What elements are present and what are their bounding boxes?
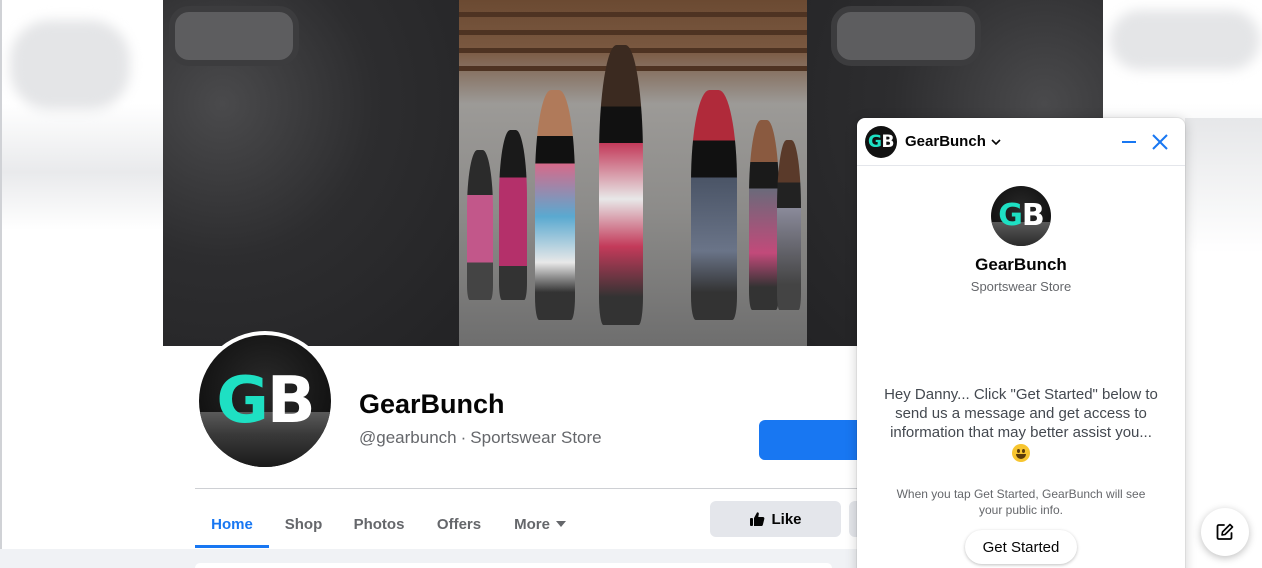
gearbunch-logo: GB: [868, 131, 895, 152]
background-blur: [1110, 10, 1260, 70]
tab-photos[interactable]: Photos: [340, 500, 418, 548]
chat-greeting-message: Hey Danny... Click "Get Started" below t…: [875, 385, 1167, 462]
compose-icon: [1216, 523, 1234, 540]
new-message-button[interactable]: [1201, 508, 1249, 556]
logo-letter-g: G: [998, 198, 1023, 233]
like-button[interactable]: Like: [710, 501, 841, 537]
chat-header-name: GearBunch: [905, 133, 986, 150]
get-started-button[interactable]: Get Started: [965, 530, 1077, 564]
separator: ·: [460, 428, 467, 447]
get-started-label: Get Started: [982, 538, 1060, 556]
tab-label: More: [514, 515, 550, 533]
window-edge: [0, 0, 2, 568]
close-icon[interactable]: [1150, 132, 1170, 152]
logo-letter-g: G: [216, 364, 269, 438]
page-handle[interactable]: @gearbunch: [359, 428, 457, 447]
cover-decoration: [169, 6, 299, 66]
tab-offers[interactable]: Offers: [422, 500, 496, 548]
feed-card: [195, 563, 832, 568]
like-label: Like: [771, 510, 802, 528]
page-category[interactable]: Sportswear Store: [470, 428, 601, 447]
background-blur: [10, 20, 130, 110]
greeting-text: Hey Danny... Click "Get Started" below t…: [884, 386, 1158, 441]
tab-label: Home: [211, 515, 253, 533]
active-tab-indicator: [195, 545, 269, 548]
gearbunch-logo: GB: [216, 369, 315, 433]
cover-decoration: [831, 6, 981, 66]
chat-privacy-notice: When you tap Get Started, GearBunch will…: [896, 487, 1146, 517]
logo-letter-b: B: [881, 131, 895, 152]
chat-page-name: GearBunch: [975, 255, 1067, 274]
grinning-face-icon: [1012, 444, 1030, 462]
background-blur: [1185, 118, 1262, 568]
caret-down-icon: [555, 521, 566, 527]
profile-picture[interactable]: GB: [199, 335, 331, 467]
cover-image: [459, 0, 807, 346]
messenger-chat-window: GB GearBunch GB GearBunch Sportswear Sto…: [857, 118, 1185, 568]
tab-label: Offers: [436, 515, 482, 533]
tab-label: Shop: [284, 515, 323, 533]
chat-header-title[interactable]: GearBunch: [905, 133, 1001, 150]
logo-letter-b: B: [1021, 198, 1045, 233]
gearbunch-logo: GB: [998, 201, 1044, 231]
logo-letter-b: B: [266, 364, 316, 438]
chat-header-avatar[interactable]: GB: [865, 126, 897, 158]
tab-shop[interactable]: Shop: [271, 500, 336, 548]
page-subtitle: @gearbunch · Sportswear Store: [359, 428, 602, 448]
minimize-icon[interactable]: [1119, 132, 1139, 152]
chevron-down-icon: [991, 138, 1001, 145]
page-title: GearBunch: [359, 389, 505, 419]
tab-more[interactable]: More: [500, 500, 580, 548]
tab-label: Photos: [353, 515, 405, 533]
tab-home[interactable]: Home: [195, 500, 269, 548]
profile-divider: [195, 488, 857, 489]
primary-action-button[interactable]: [759, 420, 869, 460]
chat-page-avatar: GB: [991, 186, 1051, 246]
cover-blur-left: [163, 0, 459, 346]
chat-page-category: Sportswear Store: [970, 279, 1072, 294]
logo-letter-g: G: [868, 131, 882, 152]
thumbs-up-icon: [750, 512, 765, 526]
chat-header[interactable]: GB GearBunch: [857, 118, 1185, 166]
